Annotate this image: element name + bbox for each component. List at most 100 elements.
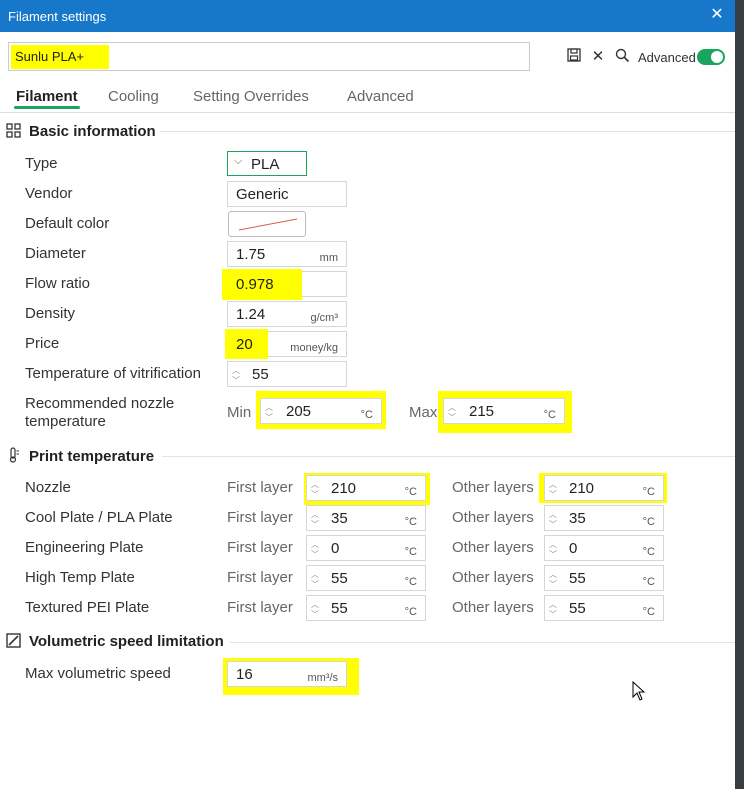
max-label: Max	[409, 404, 438, 421]
tab-advanced[interactable]: Advanced	[347, 88, 414, 105]
textured-pei-plate-first-value: 55	[331, 600, 348, 617]
spinner-arrows-icon[interactable]: ︿ ﹀	[549, 600, 558, 620]
min-nozzle-temp-field[interactable]: ︿ ﹀ 205 °C	[260, 398, 382, 424]
engineering-plate-other-layers-field[interactable]: ︿ ﹀ 0 °C	[544, 535, 664, 561]
divider	[160, 131, 735, 132]
temp-unit: °C	[642, 546, 655, 558]
recommended-nozzle-label: Recommended nozzle	[25, 395, 175, 412]
vitrification-value: 55	[252, 366, 269, 383]
tab-bar: Filament Cooling Setting Overrides Advan…	[0, 84, 735, 113]
section-volumetric-speed: Volumetric speed limitation	[6, 633, 224, 650]
spinner-arrows-icon[interactable]: ︿ ﹀	[549, 540, 558, 560]
recommended-nozzle-label-2: temperature	[25, 413, 106, 430]
spinner-arrows-icon[interactable]: ︿ ﹀	[549, 570, 558, 590]
section-title: Print temperature	[29, 448, 155, 465]
density-label: Density	[25, 305, 76, 322]
textured-pei-plate-other-value: 55	[569, 600, 586, 617]
spinner-arrows-icon[interactable]: ︿ ﹀	[448, 403, 457, 423]
close-icon[interactable]: ✕	[709, 6, 725, 24]
delete-icon[interactable]: ✕	[589, 48, 607, 66]
default-color-button[interactable]	[228, 211, 306, 237]
tab-setting-overrides[interactable]: Setting Overrides	[193, 88, 309, 105]
textured-pei-plate-label: Textured PEI Plate	[25, 599, 150, 616]
diameter-label: Diameter	[25, 245, 86, 262]
engineering-plate-first-layer-field[interactable]: ︿ ﹀ 0 °C	[306, 535, 426, 561]
cool-plate-other-layers-field[interactable]: ︿ ﹀ 35 °C	[544, 505, 664, 531]
type-label: Type	[25, 155, 58, 172]
spinner-arrows-icon[interactable]: ︿ ﹀	[311, 510, 320, 530]
speed-limit-icon	[6, 633, 22, 649]
other-layers-label: Other layers	[452, 569, 534, 586]
vendor-field[interactable]: Generic	[227, 181, 347, 207]
titlebar: Filament settings ✕	[0, 0, 735, 32]
tab-cooling[interactable]: Cooling	[108, 88, 159, 105]
flow-ratio-field[interactable]: 0.978	[222, 269, 347, 300]
save-icon[interactable]	[565, 48, 583, 66]
nozzle-label: Nozzle	[25, 479, 71, 496]
chevron-down-icon: ⌵	[234, 155, 243, 167]
advanced-toggle-label: Advanced	[638, 50, 696, 65]
spinner-arrows-icon[interactable]: ︿ ﹀	[549, 510, 558, 530]
engineering-plate-other-value: 0	[569, 540, 578, 557]
vendor-label: Vendor	[25, 185, 73, 202]
max-temp-unit: °C	[543, 409, 556, 421]
spinner-arrows-icon[interactable]: ︿ ﹀	[311, 540, 320, 560]
flow-ratio-label: Flow ratio	[25, 275, 91, 292]
high-temp-plate-label: High Temp Plate	[25, 569, 135, 586]
engineering-plate-label: Engineering Plate	[25, 539, 144, 556]
price-label: Price	[25, 335, 60, 352]
temp-unit: °C	[404, 546, 417, 558]
temp-unit: °C	[404, 576, 417, 588]
flow-ratio-value: 0.978	[236, 276, 274, 293]
spinner-arrows-icon[interactable]: ︿ ﹀	[311, 600, 320, 620]
other-layers-label: Other layers	[452, 509, 534, 526]
spinner-arrows-icon[interactable]: ︿ ﹀	[311, 570, 320, 590]
section-title: Volumetric speed limitation	[29, 633, 224, 650]
advanced-toggle[interactable]	[697, 49, 725, 65]
temp-unit: °C	[404, 486, 417, 498]
filament-settings-dialog: Filament settings ✕ Sunlu PLA+ ✕ Advance…	[0, 0, 735, 789]
divider	[230, 642, 735, 643]
type-select[interactable]: ⌵ PLA	[227, 151, 307, 176]
spinner-arrows-icon[interactable]: ︿ ﹀	[232, 366, 241, 386]
mouse-cursor-icon	[632, 681, 646, 701]
textured-pei-plate-first-layer-field[interactable]: ︿ ﹀ 55 °C	[306, 595, 426, 621]
spinner-arrows-icon[interactable]: ︿ ﹀	[549, 480, 558, 500]
density-unit: g/cm³	[310, 312, 339, 324]
price-unit: money/kg	[290, 342, 338, 354]
high-temp-plate-first-value: 55	[331, 570, 348, 587]
max-temp-value: 215	[469, 403, 495, 420]
section-title: Basic information	[29, 123, 156, 140]
other-layers-label: Other layers	[452, 479, 534, 496]
temp-unit: °C	[404, 606, 417, 618]
nozzle-other-layers-field[interactable]: ︿ ﹀ 210 °C	[544, 475, 664, 501]
thermometer-icon	[6, 447, 22, 463]
max-nozzle-temp-field[interactable]: ︿ ﹀ 215 °C	[443, 398, 565, 424]
max-volumetric-speed-field[interactable]: 16 mm³/s	[227, 661, 347, 687]
window-title: Filament settings	[8, 9, 107, 24]
spinner-arrows-icon[interactable]: ︿ ﹀	[311, 480, 320, 500]
spinner-arrows-icon[interactable]: ︿ ﹀	[265, 403, 274, 423]
default-color-label: Default color	[25, 215, 110, 232]
cool-plate-label: Cool Plate / PLA Plate	[25, 509, 173, 526]
high-temp-plate-other-layers-field[interactable]: ︿ ﹀ 55 °C	[544, 565, 664, 591]
cool-plate-first-layer-field[interactable]: ︿ ﹀ 35 °C	[306, 505, 426, 531]
other-layers-label: Other layers	[452, 539, 534, 556]
preset-name-input[interactable]: Sunlu PLA+	[8, 42, 530, 71]
high-temp-plate-first-layer-field[interactable]: ︿ ﹀ 55 °C	[306, 565, 426, 591]
first-layer-label: First layer	[227, 569, 293, 586]
textured-pei-plate-other-layers-field[interactable]: ︿ ﹀ 55 °C	[544, 595, 664, 621]
min-label: Min	[227, 404, 252, 421]
temp-unit: °C	[642, 576, 655, 588]
tab-filament[interactable]: Filament	[16, 88, 78, 105]
price-field[interactable]: 20 money/kg	[225, 329, 347, 359]
diameter-field[interactable]: 1.75 mm	[227, 241, 347, 267]
search-icon[interactable]	[613, 48, 631, 66]
density-field[interactable]: 1.24 g/cm³	[227, 301, 347, 327]
vitrification-field[interactable]: ︿ ﹀ 55	[227, 361, 347, 387]
preset-name-value: Sunlu PLA+	[15, 49, 85, 64]
first-layer-label: First layer	[227, 539, 293, 556]
max-volumetric-speed-value: 16	[236, 666, 253, 683]
nozzle-first-layer-field[interactable]: ︿ ﹀ 210 °C	[306, 475, 426, 501]
temp-unit: °C	[404, 516, 417, 528]
